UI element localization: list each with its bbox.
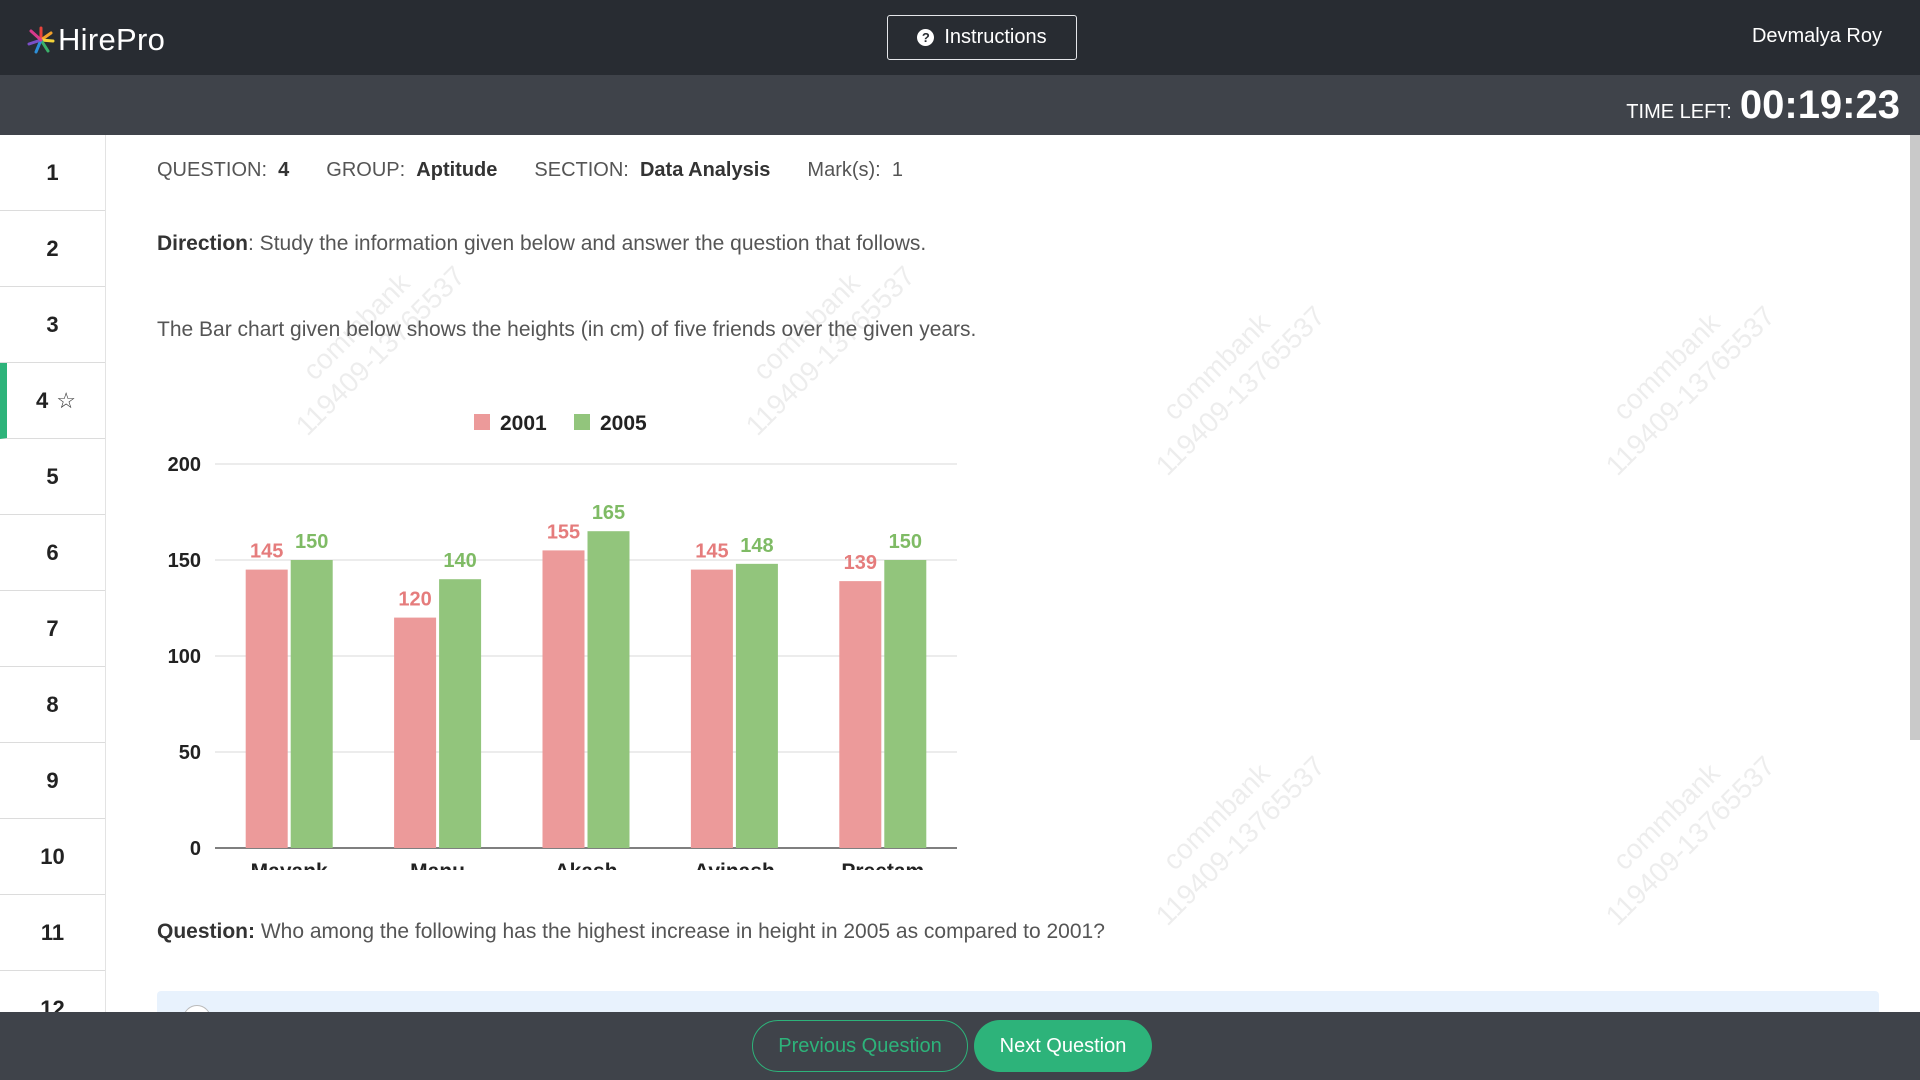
question-nav-item[interactable]: 3 [0, 287, 105, 363]
question-number: 5 [46, 463, 59, 489]
question-number: 6 [46, 539, 59, 565]
x-tick-label: Manu [410, 860, 465, 870]
watermark: commbank 119409-13765537 [1149, 750, 1331, 932]
bookmark-star-icon[interactable]: ☆ [56, 388, 76, 414]
scrollbar[interactable] [1910, 135, 1920, 740]
bar-2005 [884, 560, 927, 848]
bar-2001 [394, 617, 437, 848]
time-left-value: 00:19:23 [1739, 83, 1900, 127]
logo: HirePro [26, 20, 165, 60]
x-tick-label: Mayank [251, 860, 328, 870]
data-label: 145 [695, 541, 728, 563]
bar-2001 [690, 569, 733, 848]
y-tick-label: 50 [179, 742, 201, 764]
question-number: 3 [46, 311, 59, 337]
question-number: 8 [46, 691, 59, 717]
watermark: commbank 119409-13765537 [1149, 300, 1331, 482]
time-left-label: TIME LEFT: [1626, 101, 1732, 123]
question-nav-item[interactable]: 9 [0, 743, 105, 819]
data-label: 139 [844, 552, 877, 574]
hirepro-logo-icon [27, 26, 55, 54]
bar-2005 [587, 531, 630, 848]
x-tick-label: Akash [554, 860, 617, 870]
user-name[interactable]: Devmalya Roy [1752, 25, 1882, 48]
watermark: commbank 119409-13765537 [1599, 750, 1781, 932]
timer-bar: TIME LEFT: 00:19:23 [0, 75, 1920, 135]
question-number: 7 [46, 615, 59, 641]
option-radio[interactable] [183, 1005, 211, 1012]
data-label: 150 [889, 531, 922, 553]
question-nav-item[interactable]: 8 [0, 667, 105, 743]
next-question-button[interactable]: Next Question [974, 1020, 1152, 1072]
data-label: 148 [740, 535, 773, 557]
bar-2005 [290, 560, 333, 848]
question-text: Question: Who among the following has th… [157, 920, 1105, 943]
y-tick-label: 0 [190, 838, 201, 860]
data-label: 155 [547, 521, 580, 543]
chart-intro-text: The Bar chart given below shows the heig… [157, 318, 977, 341]
previous-question-button[interactable]: Previous Question [752, 1020, 968, 1072]
y-tick-label: 100 [168, 646, 201, 668]
question-nav-item-active[interactable]: 4 ☆ [0, 363, 105, 439]
y-tick-label: 200 [168, 454, 201, 476]
question-number: 11 [40, 919, 65, 945]
question-navigator: 1 2 3 4 ☆ 5 6 7 8 9 10 11 12 [0, 135, 106, 1012]
bar-2005 [735, 563, 778, 848]
question-number-meta: QUESTION: 4 [157, 159, 290, 181]
watermark: commbank 119409-13765537 [1599, 300, 1781, 482]
data-label: 165 [592, 502, 625, 524]
question-nav-item[interactable]: 10 [0, 819, 105, 895]
bar-2001 [542, 550, 585, 848]
x-tick-label: Preetam [841, 860, 924, 870]
y-tick-label: 150 [168, 550, 201, 572]
timer: TIME LEFT: 00:19:23 [1626, 83, 1900, 128]
question-number: 4 [36, 387, 49, 413]
help-icon: ? [917, 29, 935, 46]
question-number: 12 [40, 995, 65, 1013]
data-label: 120 [398, 589, 431, 611]
section-meta: SECTION: Data Analysis [534, 159, 771, 181]
top-bar: HirePro ? Instructions Devmalya Roy [0, 0, 1920, 75]
data-label: 150 [295, 531, 328, 553]
data-label: 145 [250, 541, 283, 563]
bar-chart: 0 50 100 150 200 145 150 Mayank 120 140 Manu 155 165… [168, 412, 957, 870]
group-meta: GROUP: Aptitude [326, 159, 498, 181]
question-number: 2 [46, 235, 59, 261]
legend-label: 2001 [500, 412, 547, 435]
marks-meta: Mark(s): 1 [807, 159, 903, 181]
question-number: 9 [46, 767, 59, 793]
direction-text: Direction: Study the information given b… [157, 232, 927, 255]
x-tick-label: Avinash [694, 860, 775, 870]
bar-2005 [439, 579, 482, 848]
footer-bar: Previous Question Next Question [0, 1012, 1920, 1080]
question-nav-item[interactable]: 5 [0, 439, 105, 515]
question-number: 10 [40, 843, 65, 869]
question-nav-item[interactable]: 12 [0, 971, 105, 1013]
bar-2001 [839, 581, 882, 848]
question-nav-item[interactable]: 2 [0, 211, 105, 287]
question-nav-item[interactable]: 11 [0, 895, 105, 971]
answer-option[interactable] [157, 991, 1879, 1012]
question-meta: QUESTION: 4 GROUP: Aptitude SECTION: Dat… [157, 159, 940, 182]
question-panel: commbank 119409-13765537 commbank 119409… [106, 135, 1906, 1012]
legend-label: 2005 [600, 412, 647, 435]
instructions-label: Instructions [944, 26, 1047, 48]
data-label: 140 [443, 550, 476, 572]
bar-2001 [245, 569, 288, 848]
question-nav-item[interactable]: 1 [0, 135, 105, 211]
legend-swatch [474, 414, 490, 430]
question-nav-item[interactable]: 7 [0, 591, 105, 667]
question-nav-item[interactable]: 6 [0, 515, 105, 591]
question-number: 1 [46, 159, 59, 185]
brand-name: HirePro [58, 22, 166, 57]
legend-swatch [574, 414, 590, 430]
instructions-button[interactable]: ? Instructions [887, 15, 1077, 60]
